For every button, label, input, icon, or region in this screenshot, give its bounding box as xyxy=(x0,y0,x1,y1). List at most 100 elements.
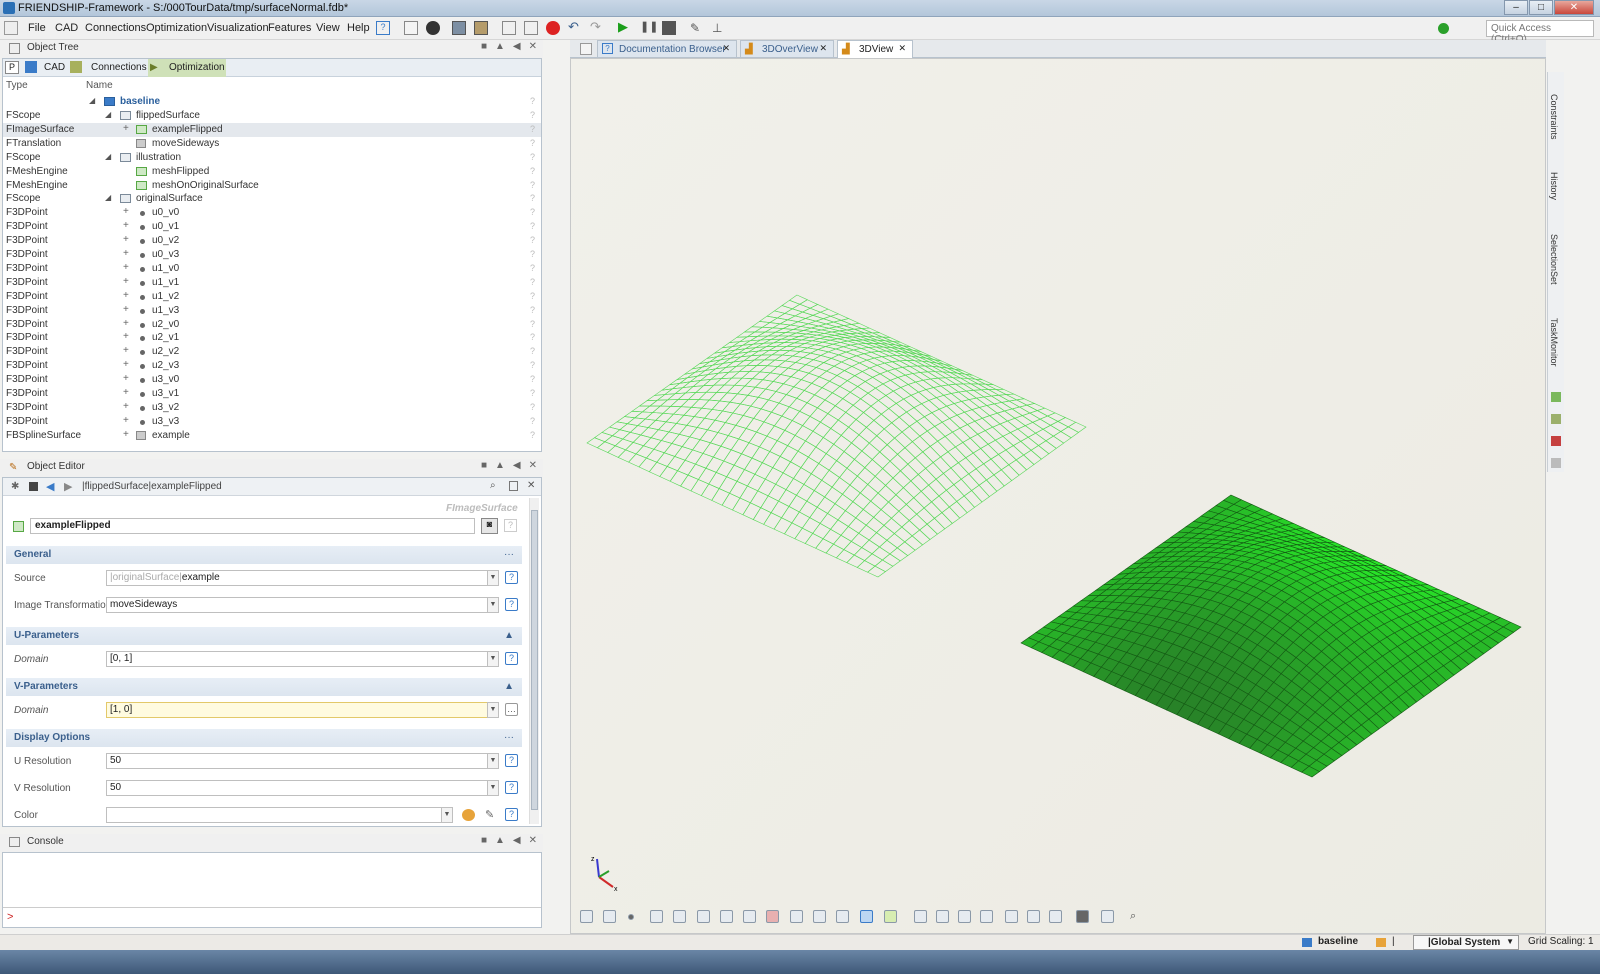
close-project-icon[interactable] xyxy=(426,21,440,35)
tree-row[interactable]: F3DPoint + u0_v0? xyxy=(3,206,541,220)
v-resolution-help-button[interactable]: ? xyxy=(505,781,518,794)
row-help-icon[interactable]: ? xyxy=(530,416,535,426)
row-help-icon[interactable]: ? xyxy=(530,110,535,120)
pin-icon[interactable]: ✱ xyxy=(11,481,19,492)
tree-row[interactable]: F3DPoint + u0_v1? xyxy=(3,220,541,234)
u-domain-field[interactable]: [0, 1] xyxy=(106,651,488,667)
view-right-icon[interactable] xyxy=(1005,910,1018,923)
view-curve-icon[interactable] xyxy=(650,910,663,923)
side-tab-taskmonitor[interactable]: TaskMonitor xyxy=(1549,318,1559,367)
tree-row-root[interactable]: ◢ baseline? xyxy=(3,95,541,109)
tree-row[interactable]: F3DPoint + u3_v2? xyxy=(3,401,541,415)
collapse-arrow-icon[interactable]: ◢ xyxy=(105,193,111,202)
row-help-icon[interactable]: ? xyxy=(530,277,535,287)
row-help-icon[interactable]: ? xyxy=(530,332,535,342)
v-resolution-dropdown[interactable]: ▼ xyxy=(487,780,499,796)
panel-left-icon[interactable]: ◀ xyxy=(513,41,521,52)
expand-plus-icon[interactable]: + xyxy=(123,345,129,356)
menu-features[interactable]: Features xyxy=(268,22,311,34)
stop-sign-icon[interactable] xyxy=(546,21,560,35)
color-help-button[interactable]: ? xyxy=(505,808,518,821)
editor-close-icon[interactable]: ✕ xyxy=(527,480,535,491)
expand-plus-icon[interactable]: + xyxy=(123,429,129,440)
menu-help[interactable]: Help xyxy=(347,22,370,34)
row-help-icon[interactable]: ? xyxy=(530,374,535,384)
v-domain-dropdown[interactable]: ▼ xyxy=(487,702,499,718)
row-help-icon[interactable]: ? xyxy=(530,180,535,190)
stop-icon[interactable] xyxy=(662,21,676,35)
tree-row[interactable]: F3DPoint + u1_v3? xyxy=(3,304,541,318)
expand-plus-icon[interactable]: + xyxy=(123,123,129,134)
expand-plus-icon[interactable]: + xyxy=(123,220,129,231)
edit-icon[interactable]: ✎ xyxy=(690,21,704,35)
row-help-icon[interactable]: ? xyxy=(530,221,535,231)
run-icon[interactable]: ▶ xyxy=(618,20,632,35)
row-help-icon[interactable]: ? xyxy=(530,235,535,245)
v-domain-field[interactable]: [1, 0] xyxy=(106,702,488,718)
side-green-icon[interactable] xyxy=(1551,392,1561,402)
panel-close-icon[interactable]: ✕ xyxy=(529,41,537,52)
source-help-button[interactable]: ? xyxy=(505,571,518,584)
panel-close-icon[interactable]: ✕ xyxy=(529,835,537,846)
menu-visualization[interactable]: Visualization xyxy=(207,22,269,34)
section-display-options[interactable]: Display Options ··· xyxy=(6,729,522,747)
undo-icon[interactable]: ↶ xyxy=(568,20,582,35)
view-plane-icon[interactable] xyxy=(697,910,710,923)
tree-row[interactable]: F3DPoint + u3_v1? xyxy=(3,387,541,401)
expand-plus-icon[interactable]: + xyxy=(123,359,129,370)
close-window-button[interactable]: ✕ xyxy=(1554,0,1594,15)
tree-row[interactable]: F3DPoint + u1_v1? xyxy=(3,276,541,290)
tree-row[interactable]: FScope ◢ illustration? xyxy=(3,151,541,165)
tree-row[interactable]: F3DPoint + u2_v1? xyxy=(3,331,541,345)
new-folder-icon[interactable] xyxy=(404,21,418,35)
menu-connections[interactable]: Connections xyxy=(85,22,146,34)
view-bottom-icon[interactable] xyxy=(1049,910,1062,923)
save-icon[interactable] xyxy=(452,21,466,35)
panel-up-icon[interactable]: ▲ xyxy=(495,41,505,52)
row-help-icon[interactable]: ? xyxy=(530,207,535,217)
pause-icon[interactable]: ❚❚ xyxy=(640,21,658,35)
tab-cad[interactable]: CAD xyxy=(44,62,65,73)
tab-p[interactable]: P xyxy=(5,61,19,74)
row-help-icon[interactable]: ? xyxy=(530,249,535,259)
color-dropdown[interactable]: ▼ xyxy=(441,807,453,823)
panel-left-icon[interactable]: ◀ xyxy=(513,460,521,471)
row-help-icon[interactable]: ? xyxy=(530,360,535,370)
view-clip-icon[interactable] xyxy=(766,910,779,923)
source-field[interactable]: |originalSurface|example xyxy=(106,570,488,586)
image-transformation-help-button[interactable]: ? xyxy=(505,598,518,611)
tab-close-icon[interactable]: ✕ xyxy=(722,43,730,54)
tab-optimization[interactable]: Optimization xyxy=(169,62,225,73)
coordinate-system-select[interactable]: |Global System ▼ xyxy=(1413,935,1519,950)
row-help-icon[interactable]: ? xyxy=(530,152,535,162)
u-domain-dropdown[interactable]: ▼ xyxy=(487,651,499,667)
collapse-arrow-icon[interactable]: ◢ xyxy=(105,152,111,161)
panel-up-icon[interactable]: ▲ xyxy=(495,460,505,471)
collapse-arrow-icon[interactable]: ◢ xyxy=(105,110,111,119)
tree-row[interactable]: F3DPoint + u2_v3? xyxy=(3,359,541,373)
panel-up-icon[interactable]: ▲ xyxy=(495,835,505,846)
view-target-icon[interactable] xyxy=(603,910,616,923)
back-icon[interactable]: ◀ xyxy=(46,480,54,493)
u-resolution-dropdown[interactable]: ▼ xyxy=(487,753,499,769)
tree-row[interactable]: F3DPoint + u2_v0? xyxy=(3,318,541,332)
menu-optimization[interactable]: Optimization xyxy=(146,22,207,34)
forward-icon[interactable]: ▶ xyxy=(64,480,72,493)
menu-cad[interactable]: CAD xyxy=(55,22,78,34)
section-v-parameters[interactable]: V-Parameters ▲ xyxy=(6,678,522,696)
row-help-icon[interactable]: ? xyxy=(530,193,535,203)
view-shield-icon[interactable] xyxy=(813,910,826,923)
zoom-icon[interactable]: ⌕ xyxy=(1130,910,1143,923)
tab-connections[interactable]: Connections xyxy=(91,62,147,73)
expand-plus-icon[interactable]: + xyxy=(123,373,129,384)
tree-row[interactable]: F3DPoint + u1_v0? xyxy=(3,262,541,276)
row-help-icon[interactable]: ? xyxy=(530,346,535,356)
probe-icon[interactable]: ⊥ xyxy=(712,21,726,35)
tree-row[interactable]: F3DPoint + u1_v2? xyxy=(3,290,541,304)
image-transformation-field[interactable]: moveSideways xyxy=(106,597,488,613)
panel-float-icon[interactable]: ■ xyxy=(481,835,487,846)
search-icon[interactable]: ⌕ xyxy=(490,480,496,491)
tab-documentation-browser[interactable]: ? Documentation Browser ✕ xyxy=(597,40,737,58)
copy-small-icon[interactable] xyxy=(509,481,518,491)
view-back-icon[interactable] xyxy=(958,910,971,923)
